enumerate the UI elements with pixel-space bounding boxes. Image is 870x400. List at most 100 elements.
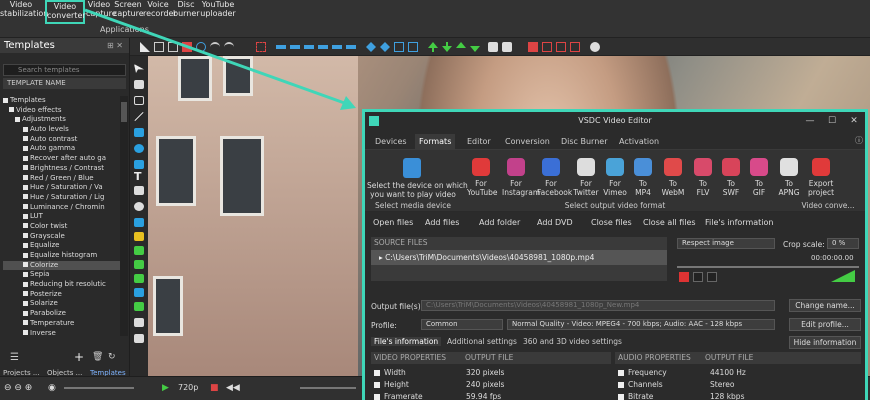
property-name[interactable]: Height	[374, 380, 409, 389]
property-name[interactable]: Frequency	[618, 368, 667, 377]
screen-capture-button[interactable]: Screen capture	[113, 0, 144, 24]
tree-item[interactable]: Posterize	[3, 290, 120, 300]
gear-icon[interactable]	[590, 42, 600, 52]
stop-icon[interactable]: ■	[210, 383, 219, 393]
template-name-column-header[interactable]: TEMPLATE NAME	[3, 78, 126, 89]
tree-item[interactable]: Sepia	[3, 270, 120, 280]
tree-item[interactable]: Colorize	[3, 260, 120, 271]
stop-button[interactable]	[693, 272, 703, 282]
checkbox-icon[interactable]	[618, 382, 624, 388]
tree-item[interactable]: Solarize	[3, 299, 120, 309]
group-icon[interactable]	[488, 42, 498, 52]
copy-icon[interactable]	[154, 42, 164, 52]
tree-item[interactable]: Grayscale	[3, 232, 120, 242]
format-button[interactable]: To APNG	[775, 158, 803, 197]
send-backward-icon[interactable]	[442, 42, 452, 52]
tree-item[interactable]: Auto contrast	[3, 135, 120, 145]
tab-formats[interactable]: Formats	[415, 134, 456, 150]
crop-icon[interactable]	[196, 42, 206, 52]
checkbox-icon[interactable]	[374, 370, 380, 376]
tree-item[interactable]: Adjustments	[3, 115, 120, 125]
maximize-icon[interactable]: ☐	[821, 112, 843, 130]
align-bottom-icon[interactable]	[304, 45, 314, 49]
format-button[interactable]: For Facebook	[537, 158, 572, 197]
add-files-button[interactable]: Add files	[425, 218, 459, 227]
video-tool-icon[interactable]	[134, 260, 144, 269]
format-button[interactable]: For YouTube	[467, 158, 498, 197]
property-name[interactable]: Framerate	[374, 392, 423, 400]
stretch-icon[interactable]	[408, 42, 418, 52]
add-folder-button[interactable]: Add folder	[479, 218, 520, 227]
marker-tool-icon[interactable]	[134, 318, 144, 327]
zoom-tool-icon[interactable]	[134, 96, 144, 105]
grid-icon[interactable]	[556, 42, 566, 52]
tree-item[interactable]: LUT	[3, 212, 120, 222]
tab-editor[interactable]: Editor	[467, 137, 491, 146]
voice-recorder-button[interactable]: Voice recorder	[143, 0, 177, 24]
close-files-button[interactable]: Close files	[591, 218, 632, 227]
format-button[interactable]: To SWF	[717, 158, 745, 197]
sprite-tool-icon[interactable]	[134, 288, 144, 297]
tree-item[interactable]: Color twist	[3, 222, 120, 232]
align-left-icon[interactable]	[318, 45, 328, 49]
select-all-icon[interactable]	[256, 42, 266, 52]
tree-item[interactable]: Recover after auto ga	[3, 154, 120, 164]
format-button[interactable]: For Vimeo	[601, 158, 629, 197]
movie-tool-icon[interactable]	[134, 302, 144, 311]
edit-profile-button[interactable]: Edit profile...	[789, 318, 861, 331]
hide-information-button[interactable]: Hide information	[789, 336, 861, 349]
cut-icon[interactable]	[140, 42, 150, 52]
list-view-icon[interactable]: ☰	[10, 352, 19, 363]
seek-bar[interactable]	[677, 266, 859, 268]
format-button[interactable]: For Twitter	[572, 158, 600, 197]
bring-forward-icon[interactable]	[428, 42, 438, 52]
bring-to-front-icon[interactable]	[456, 42, 466, 48]
snapshot-button[interactable]	[707, 272, 717, 282]
tab-files-information[interactable]: File's information	[371, 337, 442, 346]
volume-slider[interactable]	[300, 387, 356, 389]
send-to-back-icon[interactable]	[470, 46, 480, 52]
delete-template-icon[interactable]: 🗑	[92, 352, 103, 362]
pointer-icon[interactable]	[134, 64, 144, 73]
align-center-icon[interactable]	[332, 45, 342, 49]
paste-icon[interactable]	[168, 42, 178, 52]
tree-item[interactable]: Templates	[3, 96, 120, 106]
help-icon[interactable]: ⓘ	[855, 135, 863, 146]
crop-tool-icon[interactable]	[134, 80, 144, 89]
align-top-icon[interactable]	[276, 45, 286, 49]
tree-item[interactable]: Auto levels	[3, 125, 120, 135]
tab-disc-burner[interactable]: Disc Burner	[561, 137, 607, 146]
format-button[interactable]: To MP4	[629, 158, 657, 197]
tree-item[interactable]: Auto gamma	[3, 144, 120, 154]
files-information-button[interactable]: File's information	[705, 218, 773, 227]
scrollbar-thumb[interactable]	[121, 102, 127, 122]
tree-item[interactable]: Brightness / Contrast	[3, 164, 120, 174]
lock-icon[interactable]	[528, 42, 538, 52]
line-tool-icon[interactable]	[134, 112, 144, 121]
prev-frame-icon[interactable]: ◀◀	[226, 383, 240, 393]
profile-select[interactable]: Common	[421, 319, 503, 330]
polygon-tool-icon[interactable]	[134, 160, 144, 169]
checkbox-icon[interactable]	[374, 382, 380, 388]
volume-icon[interactable]	[831, 270, 855, 282]
record-button[interactable]	[679, 272, 689, 282]
fit-icon[interactable]	[394, 42, 404, 52]
property-name[interactable]: Width	[374, 368, 406, 377]
redo-icon[interactable]	[224, 42, 234, 52]
tab-conversion[interactable]: Conversion	[505, 137, 550, 146]
snap-icon[interactable]	[570, 42, 580, 52]
tree-item[interactable]: Luminance / Chromin	[3, 203, 120, 213]
format-button[interactable]: For Instagram	[502, 158, 540, 197]
device-icon[interactable]	[403, 158, 421, 178]
template-tree-scrollbar[interactable]	[120, 96, 128, 336]
pin-icon[interactable]: ⊞ ✕	[107, 41, 123, 50]
distribute-icon[interactable]	[366, 42, 376, 52]
tree-item[interactable]: Equalize histogram	[3, 251, 120, 261]
ungroup-icon[interactable]	[502, 42, 512, 52]
youtube-uploader-button[interactable]: YouTube uploader	[200, 0, 236, 24]
video-capture-button[interactable]: Video capture	[86, 0, 117, 24]
ellipse-tool-icon[interactable]	[134, 144, 144, 153]
source-file-row[interactable]: ▸ C:\Users\TriM\Documents\Videos\4045898…	[371, 250, 667, 265]
checkbox-icon[interactable]	[618, 370, 624, 376]
property-name[interactable]: Channels	[618, 380, 663, 389]
